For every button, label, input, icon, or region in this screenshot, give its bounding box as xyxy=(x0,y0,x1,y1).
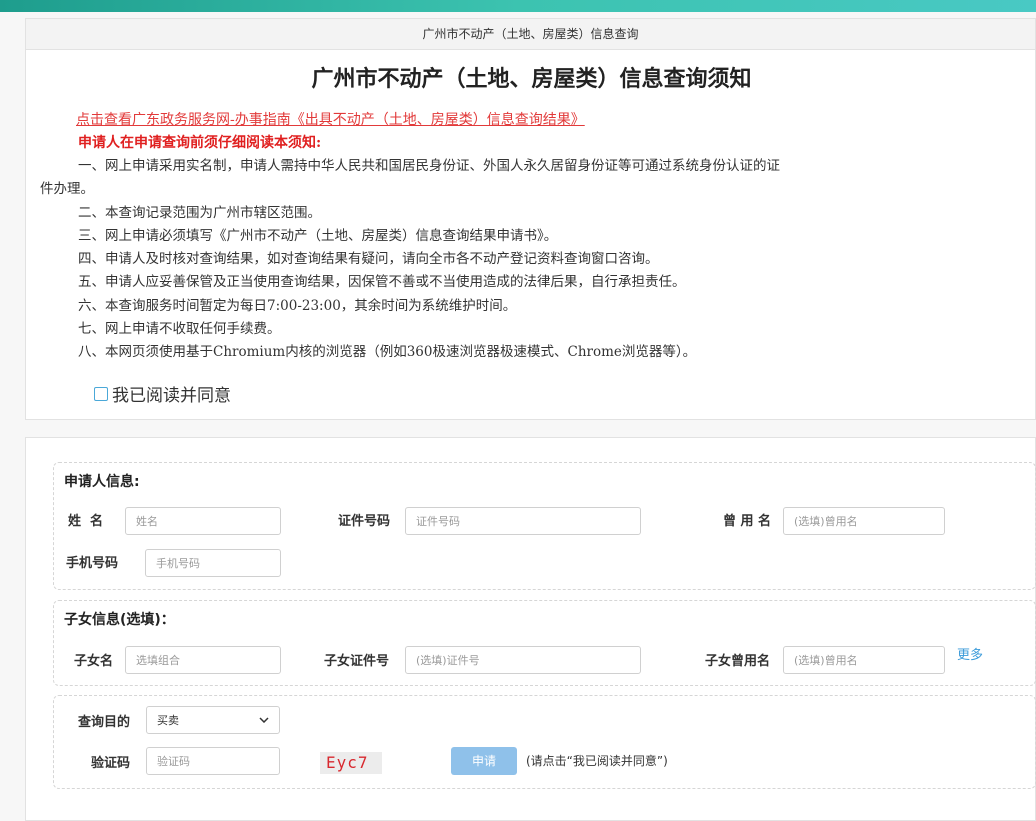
former-name-input[interactable] xyxy=(783,507,945,535)
applicant-section-title: 申请人信息: xyxy=(64,474,140,490)
notice-intro: 申请人在申请查询前须仔细阅读本须知: xyxy=(78,135,322,151)
child-name-label: 子女名 xyxy=(74,654,114,669)
more-link[interactable]: 更多 xyxy=(957,644,983,663)
rules-list: 一、网上申请采用实名制，申请人需持中华人民共和国居民身份证、外国人永久居留身份证… xyxy=(26,155,1036,365)
rule-item: 七、网上申请不收取任何手续费。 xyxy=(78,321,281,338)
top-accent-bar xyxy=(0,0,1036,12)
notice-header-title: 广州市不动产（土地、房屋类）信息查询 xyxy=(26,19,1035,50)
children-section-title: 子女信息(选填)： xyxy=(64,612,175,628)
applicant-section: 申请人信息: 姓 名 证件号码 曾 用 名 手机号码 xyxy=(53,462,1036,590)
notice-title: 广州市不动产（土地、房屋类）信息查询须知 xyxy=(311,66,752,92)
agree-checkbox[interactable]: 我已阅读并同意 xyxy=(94,381,231,406)
child-name-input[interactable] xyxy=(125,646,281,674)
child-former-name-label: 子女曾用名 xyxy=(705,654,771,669)
guide-link[interactable]: 点击查看广东政务服务网-办事指南《出具不动产（土地、房屋类）信息查询结果》 xyxy=(76,109,585,129)
child-former-name-input[interactable] xyxy=(783,646,945,674)
rule-item: 一、网上申请采用实名制，申请人需持中华人民共和国居民身份证、外国人永久居留身份证… xyxy=(78,158,780,174)
agree-label: 我已阅读并同意 xyxy=(112,386,231,406)
name-label: 姓 名 xyxy=(68,514,104,529)
purpose-value: 买卖 xyxy=(157,714,179,727)
child-id-label: 子女证件号 xyxy=(324,654,390,669)
query-section: 查询目的 买卖 验证码 Eyc7 申请 (请点击“我已阅读并同意”) xyxy=(53,695,1036,789)
rule-item: 六、本查询服务时间暂定为每日7:00-23:00，其余时间为系统维护时间。 xyxy=(78,297,517,314)
children-section: 子女信息(选填)： 子女名 子女证件号 子女曾用名 更多 xyxy=(53,600,1036,686)
rule-item: 件办理。 xyxy=(40,181,94,198)
rule-item: 三、网上申请必须填写《广州市不动产（土地、房屋类）信息查询结果申请书》。 xyxy=(78,227,558,244)
former-name-label: 曾 用 名 xyxy=(723,514,772,529)
phone-label: 手机号码 xyxy=(66,556,119,571)
checkbox-icon[interactable] xyxy=(94,386,108,401)
captcha-input[interactable] xyxy=(146,747,280,775)
apply-button[interactable]: 申请 xyxy=(451,747,517,775)
rule-item: 二、本查询记录范围为广州市辖区范围。 xyxy=(78,204,321,221)
chevron-down-icon xyxy=(259,717,269,723)
phone-input[interactable] xyxy=(145,549,281,577)
purpose-label: 查询目的 xyxy=(78,715,131,730)
captcha-image[interactable]: Eyc7 xyxy=(320,752,382,774)
apply-hint: (请点击“我已阅读并同意”) xyxy=(526,754,668,768)
rule-item: 四、申请人及时核对查询结果，如对查询结果有疑问，请向全市各不动产登记资料查询窗口… xyxy=(78,251,659,268)
id-number-input[interactable] xyxy=(405,507,641,535)
captcha-label: 验证码 xyxy=(91,756,131,771)
id-number-label: 证件号码 xyxy=(338,514,391,529)
purpose-select[interactable]: 买卖 xyxy=(146,706,280,734)
notice-card: 广州市不动产（土地、房屋类）信息查询 广州市不动产（土地、房屋类）信息查询须知 … xyxy=(25,18,1036,420)
rule-item: 八、本网页须使用基于Chromium内核的浏览器（例如360极速浏览器极速模式、… xyxy=(78,344,697,361)
rule-item: 五、申请人应妥善保管及正当使用查询结果，因保管不善或不当使用造成的法律后果，自行… xyxy=(78,274,686,291)
form-card: 申请人信息: 姓 名 证件号码 曾 用 名 手机号码 子女信息(选填)： 子女名… xyxy=(25,437,1036,821)
child-id-input[interactable] xyxy=(405,646,641,674)
name-input[interactable] xyxy=(125,507,281,535)
